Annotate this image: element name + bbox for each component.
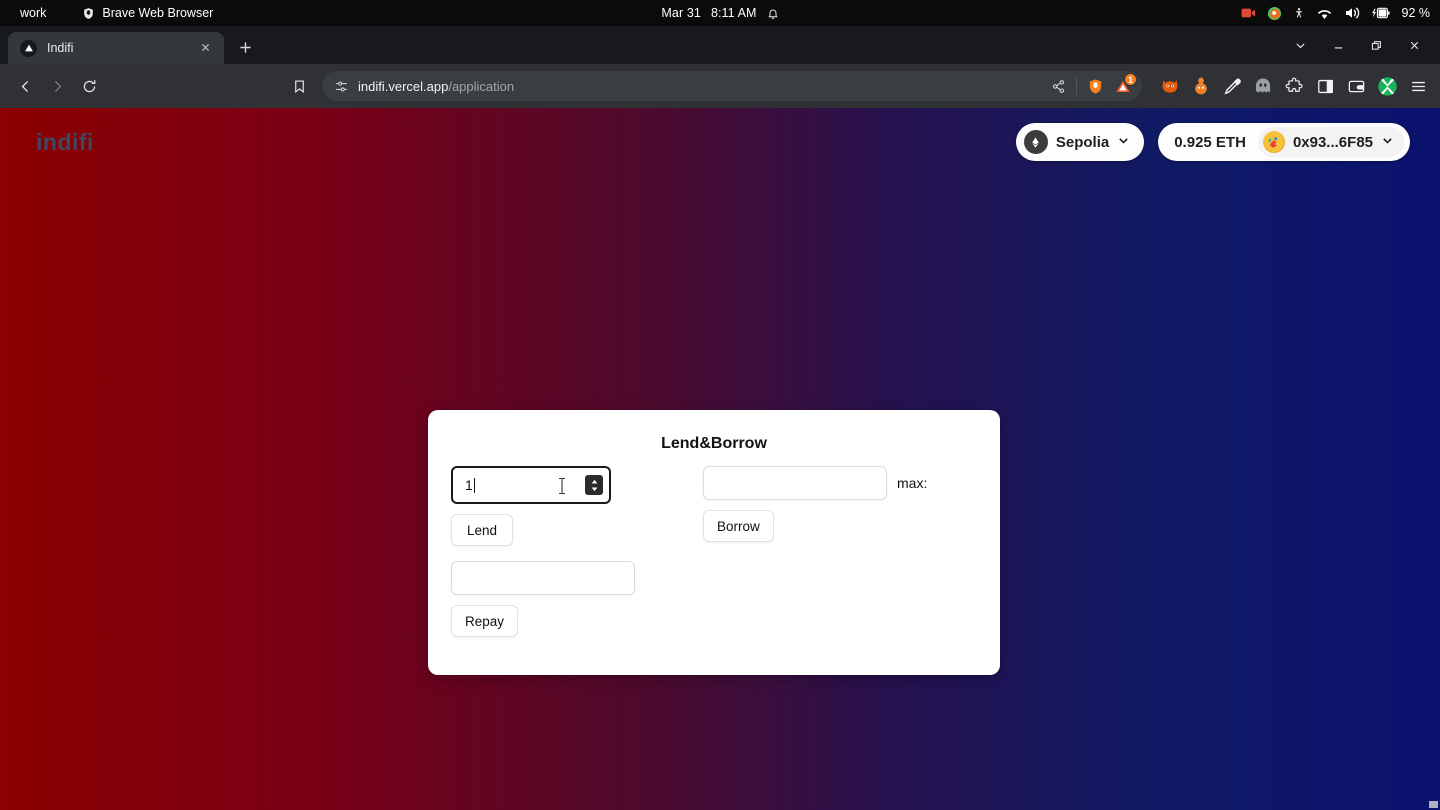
active-app-label: Brave Web Browser [102,6,214,20]
os-time[interactable]: 8:11 AM [711,6,757,20]
plus-icon[interactable] [238,40,253,59]
accessibility-icon[interactable] [1293,6,1305,21]
tab-strip: Indifi [0,26,1440,64]
repay-input-row [451,561,701,595]
restore-icon[interactable] [1358,28,1394,62]
metamask-icon[interactable] [1375,74,1399,98]
url-path: /application [448,78,515,94]
network-selector-button[interactable]: Sepolia [1015,123,1145,161]
repay-button[interactable]: Repay [451,605,519,637]
puzzle-extensions-icon[interactable] [1282,74,1306,98]
text-caret [473,477,475,493]
borrow-button[interactable]: Borrow [703,510,774,542]
vercel-badge-count: 1 [1123,73,1137,86]
close-icon[interactable] [197,39,214,57]
battery-percent-label: 92 % [1401,6,1431,20]
phantom-ghost-icon[interactable] [1251,74,1275,98]
screen-record-icon[interactable] [1241,7,1256,19]
wallet-icon[interactable] [1344,74,1368,98]
notification-bell-icon[interactable] [767,7,779,20]
number-spinner-icon[interactable] [585,475,603,495]
eyedropper-icon[interactable] [1220,74,1244,98]
site-logo[interactable]: indifi [36,129,94,156]
brave-lion-icon [82,7,95,20]
url-domain: indifi.vercel.app [358,78,449,94]
ethereum-icon [1023,130,1048,154]
url-text: indifi.vercel.app/application [358,79,514,94]
vercel-triangle-icon[interactable]: 1 [1114,73,1137,95]
network-name: Sepolia [1055,133,1110,151]
os-bar-left: work Brave Web Browser [0,6,213,20]
address-bar[interactable]: indifi.vercel.app/application 1 [322,71,1142,101]
borrow-button-row: Borrow [703,510,1003,542]
browser-window: Indifi indifi.vercel.app/application 1 i… [0,26,1440,810]
omnibox-divider [1076,77,1077,95]
lend-button[interactable]: Lend [451,514,513,546]
vercel-triangle-icon [20,39,37,57]
share-icon[interactable] [1051,79,1066,94]
site-header: indifi Sepolia 0.925 ETH 0x93...6F85 [0,108,1440,176]
close-window-icon[interactable] [1396,28,1432,62]
firefox-fox-icon[interactable] [1158,74,1182,98]
lend-borrow-card: Lend&Borrow 1 Lend Repay max: Borrow [428,410,1000,675]
lend-amount-value: 1 [465,477,473,493]
account-button[interactable]: 0.925 ETH 0x93...6F85 [1158,123,1410,161]
repay-amount-input[interactable] [451,561,635,595]
workspace-label[interactable]: work [12,6,54,20]
repay-button-row: Repay [451,605,701,637]
wallet-address: 0x93...6F85 [1292,133,1373,151]
os-top-bar: work Brave Web Browser Mar 31 8:11 AM 92… [0,0,1440,26]
borrow-amount-input[interactable] [703,466,887,500]
active-app-indicator[interactable]: Brave Web Browser [82,6,213,20]
header-right-controls: Sepolia 0.925 ETH 0x93...6F85 [1015,123,1410,161]
borrow-input-row: max: [703,466,1003,500]
reload-icon[interactable] [74,71,104,101]
jazzicon-avatar [1262,131,1285,153]
window-controls [1282,26,1432,64]
web-page-content: indifi Sepolia 0.925 ETH 0x93...6F85 Len… [0,108,1440,810]
minimize-icon[interactable] [1320,28,1356,62]
hamburger-menu-icon[interactable] [1406,74,1430,98]
tab-title: Indifi [47,41,74,55]
omnibox-actions: 1 [1051,73,1137,95]
browser-toolbar: indifi.vercel.app/application 1 [0,64,1440,108]
battery-charging-icon[interactable] [1371,6,1391,20]
wallet-balance: 0.925 ETH [1174,133,1246,151]
chevron-down-icon [1117,134,1130,151]
borrow-max-label: max: [897,475,928,491]
wifi-icon[interactable] [1316,7,1333,20]
sidebar-panel-icon[interactable] [1313,74,1337,98]
lend-button-row: Lend [451,514,701,546]
os-bar-center: Mar 31 8:11 AM [0,0,1440,26]
os-date[interactable]: Mar 31 [661,6,701,20]
tab-search-chevron-icon[interactable] [1282,28,1318,62]
card-title: Lend&Borrow [661,435,767,452]
os-bar-tray: 92 % [1241,0,1431,26]
bookmark-icon[interactable] [284,71,314,101]
borrow-column: max: Borrow [703,466,1003,542]
chevron-down-icon [1381,134,1394,151]
lend-amount-input[interactable]: 1 [451,466,611,504]
page-corner-artifact [1429,801,1438,808]
back-arrow-icon[interactable] [10,71,40,101]
rabby-wallet-icon[interactable] [1189,74,1213,98]
lend-repay-column: 1 Lend Repay [451,466,701,637]
brave-shields-icon[interactable] [1087,78,1104,95]
site-settings-icon[interactable] [334,79,349,94]
firefox-icon[interactable] [1267,6,1282,21]
ibeam-cursor [557,476,567,501]
forward-arrow-icon[interactable] [42,71,72,101]
browser-tab-indifi[interactable]: Indifi [8,32,224,64]
account-chip[interactable]: 0x93...6F85 [1257,127,1404,157]
volume-icon[interactable] [1344,6,1360,20]
extensions-row [1152,74,1430,98]
